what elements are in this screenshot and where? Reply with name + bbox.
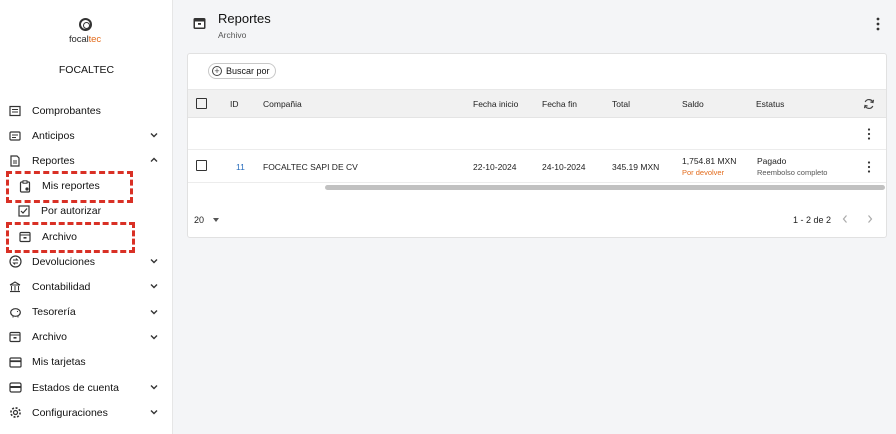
logo-text-prefix: focal: [69, 34, 89, 45]
highlight-mis-reportes: [6, 171, 133, 203]
logo-text-suffix: tec: [88, 34, 101, 45]
sidebar-item-label: Devoluciones: [32, 255, 96, 268]
chevron-down-icon[interactable]: [149, 407, 159, 417]
refresh-icon[interactable]: [863, 98, 875, 110]
prev-page-icon[interactable]: [840, 213, 850, 225]
select-all-checkbox[interactable]: [196, 98, 207, 109]
sidebar-item-mis-tarjetas[interactable]: Mis tarjetas: [0, 350, 173, 375]
page-title: Reportes: [218, 11, 271, 26]
sidebar-item-label: Contabilidad: [32, 280, 91, 293]
sidebar-nav: Comprobantes Anticipos Reportes Mis repo…: [0, 98, 173, 425]
archive-icon: [193, 18, 206, 29]
sidebar-item-label: Anticipos: [32, 129, 75, 142]
pagination-range: 1 - 2 de 2: [792, 215, 831, 225]
chevron-down-icon[interactable]: [149, 256, 159, 266]
row-company: FOCALTEC SAPI DE CV: [263, 162, 358, 172]
column-header-start-date[interactable]: Fecha inicio: [473, 99, 518, 109]
sidebar-item-label: Estados de cuenta: [32, 381, 119, 394]
horizontal-scrollbar[interactable]: [325, 185, 885, 190]
archive-icon: [8, 330, 22, 344]
card-icon: [8, 355, 22, 369]
statement-icon: [8, 381, 22, 395]
sidebar-item-label: Comprobantes: [32, 104, 101, 117]
row-status-note: Reembolso completo: [757, 168, 828, 177]
search-by-label: Buscar por: [226, 66, 270, 76]
sidebar-item-label: Tesorería: [32, 306, 76, 319]
sidebar-item-label: Mis tarjetas: [32, 356, 86, 369]
sidebar-item-anticipos[interactable]: Anticipos: [0, 123, 173, 148]
add-circle-icon: +: [212, 66, 222, 76]
sidebar-item-label: Archivo: [32, 331, 68, 344]
column-header-balance[interactable]: Saldo: [682, 99, 704, 109]
row-balance-note: Por devolver: [682, 168, 725, 177]
highlight-archivo: [6, 222, 135, 253]
sidebar-item-archivo[interactable]: Archivo: [0, 325, 173, 350]
column-header-status[interactable]: Estatus: [756, 99, 784, 109]
dropdown-arrow-icon: [213, 218, 220, 222]
sidebar-item-label: Por autorizar: [41, 205, 102, 218]
chevron-down-icon[interactable]: [149, 382, 159, 392]
sidebar-item-contabilidad[interactable]: Contabilidad: [0, 274, 173, 299]
column-header-end-date[interactable]: Fecha fin: [542, 99, 577, 109]
row-status: Pagado: [757, 156, 787, 166]
chevron-down-icon[interactable]: [149, 307, 159, 317]
column-header-id[interactable]: ID: [230, 99, 239, 109]
table-row-empty: [188, 118, 886, 150]
sidebar-item-tesoreria[interactable]: Tesorería: [0, 300, 173, 325]
search-by-button[interactable]: + Buscar por: [208, 63, 276, 79]
gear-icon: [8, 406, 22, 420]
focaltec-logo[interactable]: focaltec: [66, 18, 104, 45]
wallet-icon: [8, 129, 22, 143]
row-more-icon[interactable]: [867, 128, 871, 140]
chevron-down-icon[interactable]: [149, 332, 159, 342]
sidebar-item-label: Reportes: [32, 154, 75, 167]
breadcrumb: Archivo: [218, 30, 247, 40]
receipt-icon: [8, 104, 22, 118]
sidebar-item-comprobantes[interactable]: Comprobantes: [0, 98, 173, 123]
table-header: ID Compañia Fecha inicio Fecha fin Total…: [188, 89, 886, 118]
company-name: FOCALTEC: [58, 64, 115, 76]
checkbox-icon: [17, 204, 31, 218]
column-header-company[interactable]: Compañia: [263, 99, 302, 109]
page-size-select[interactable]: 20: [194, 215, 220, 225]
row-start-date: 22-10-2024: [473, 162, 517, 172]
row-more-icon[interactable]: [867, 161, 871, 173]
chevron-down-icon[interactable]: [149, 130, 159, 140]
piggy-bank-icon: [8, 305, 22, 319]
row-checkbox[interactable]: [196, 160, 207, 171]
sidebar-item-label: Configuraciones: [32, 406, 108, 419]
next-page-icon[interactable]: [865, 213, 875, 225]
page-size-value: 20: [194, 215, 205, 225]
sidebar-item-reportes[interactable]: Reportes: [0, 148, 173, 173]
column-header-total[interactable]: Total: [612, 99, 630, 109]
swap-icon: [8, 255, 22, 269]
chevron-up-icon[interactable]: [149, 155, 159, 165]
chevron-down-icon[interactable]: [149, 281, 159, 291]
sidebar-item-estados-de-cuenta[interactable]: Estados de cuenta: [0, 375, 173, 400]
report-icon: [8, 154, 22, 168]
row-total: 345.19 MXN: [612, 162, 660, 172]
reports-card: + Buscar por ID Compañia Fecha inicio Fe…: [187, 53, 887, 238]
row-end-date: 24-10-2024: [542, 162, 586, 172]
logo-mark-icon: [78, 18, 92, 31]
sidebar: focaltec FOCALTEC Comprobantes Anticipos…: [0, 0, 173, 434]
sidebar-item-configuraciones[interactable]: Configuraciones: [0, 400, 173, 425]
more-vert-icon[interactable]: [872, 16, 884, 32]
bank-icon: [8, 280, 22, 294]
row-id-link[interactable]: 11: [236, 162, 245, 172]
table-row[interactable]: 11 FOCALTEC SAPI DE CV 22-10-2024 24-10-…: [188, 150, 886, 183]
row-balance: 1,754.81 MXN: [682, 156, 737, 166]
